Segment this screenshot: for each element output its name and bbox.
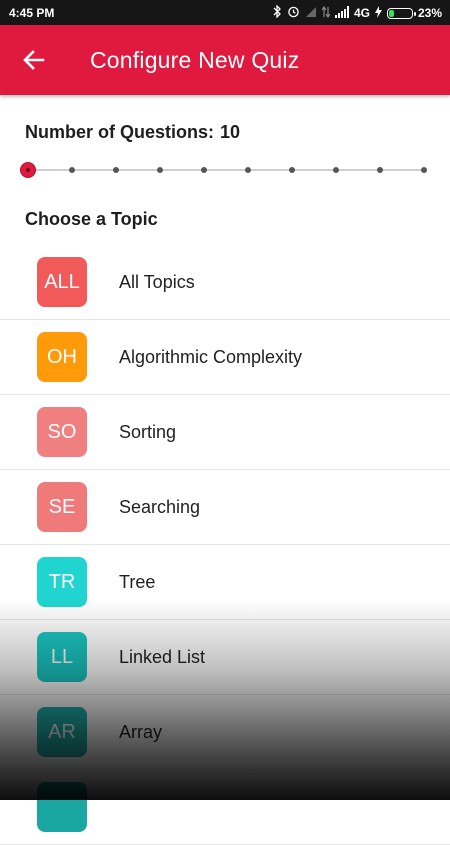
topic-label: Array	[119, 722, 163, 742]
app-bar: Configure New Quiz	[0, 25, 450, 95]
topic-badge	[37, 782, 87, 832]
topic-badge: LL	[37, 632, 87, 682]
slider-tick	[289, 167, 295, 173]
topic-item[interactable]	[0, 770, 450, 845]
questions-slider[interactable]	[20, 158, 432, 182]
arrow-left-icon	[23, 50, 45, 70]
slider-thumb[interactable]	[20, 162, 36, 178]
slider-tick	[421, 167, 427, 173]
topic-item[interactable]: AR Array	[0, 695, 450, 770]
slider-tick	[69, 167, 75, 173]
slider-tick	[157, 167, 163, 173]
battery-percent: 23%	[417, 6, 442, 20]
questions-label: Number of Questions:	[25, 122, 215, 142]
topic-item[interactable]: SE Searching	[0, 470, 450, 545]
slider-tick	[377, 167, 383, 173]
slider-tick	[333, 167, 339, 173]
alarm-icon	[287, 5, 300, 21]
topic-label: Tree	[119, 572, 156, 592]
battery-icon	[386, 7, 416, 19]
topic-badge: AR	[37, 707, 87, 757]
page-title: Configure New Quiz	[90, 47, 300, 73]
data-arrows-icon	[321, 5, 331, 21]
slider-tick	[201, 167, 207, 173]
topic-label: Algorithmic Complexity	[119, 347, 303, 367]
topic-badge: OH	[37, 332, 87, 382]
signal-icon	[305, 6, 317, 21]
topic-badge: TR	[37, 557, 87, 607]
topic-item[interactable]: LL Linked List	[0, 620, 450, 695]
status-time: 4:45 PM	[9, 6, 55, 20]
topic-item[interactable]: SO Sorting	[0, 395, 450, 470]
topic-label: All Topics	[119, 272, 195, 292]
topic-label: Sorting	[119, 422, 177, 442]
topic-badge: SO	[37, 407, 87, 457]
slider-track	[28, 169, 424, 171]
questions-heading: Number of Questions: 10	[25, 122, 240, 143]
topic-list: ALL All Topics OH Algorithmic Complexity SO S…	[0, 245, 450, 845]
topic-label: Searching	[119, 497, 201, 517]
topic-item[interactable]: ALL All Topics	[0, 245, 450, 320]
topics-heading: Choose a Topic	[25, 209, 158, 229]
status-icons: 4G 23%	[272, 4, 442, 21]
network-type: 4G	[353, 6, 370, 20]
signal-strength-icon	[334, 5, 349, 21]
questions-value: 10	[220, 122, 241, 142]
topic-badge: SE	[37, 482, 87, 532]
topic-item[interactable]: TR Tree	[0, 545, 450, 620]
status-bar: 4:45 PM 4G 23%	[0, 0, 450, 25]
slider-tick	[245, 167, 251, 173]
topic-label: Linked List	[119, 647, 206, 667]
slider-tick	[113, 167, 119, 173]
bluetooth-icon	[272, 4, 282, 21]
back-button[interactable]	[18, 45, 54, 75]
topic-item[interactable]: OH Algorithmic Complexity	[0, 320, 450, 395]
topic-badge: ALL	[37, 257, 87, 307]
charging-icon	[374, 5, 382, 21]
